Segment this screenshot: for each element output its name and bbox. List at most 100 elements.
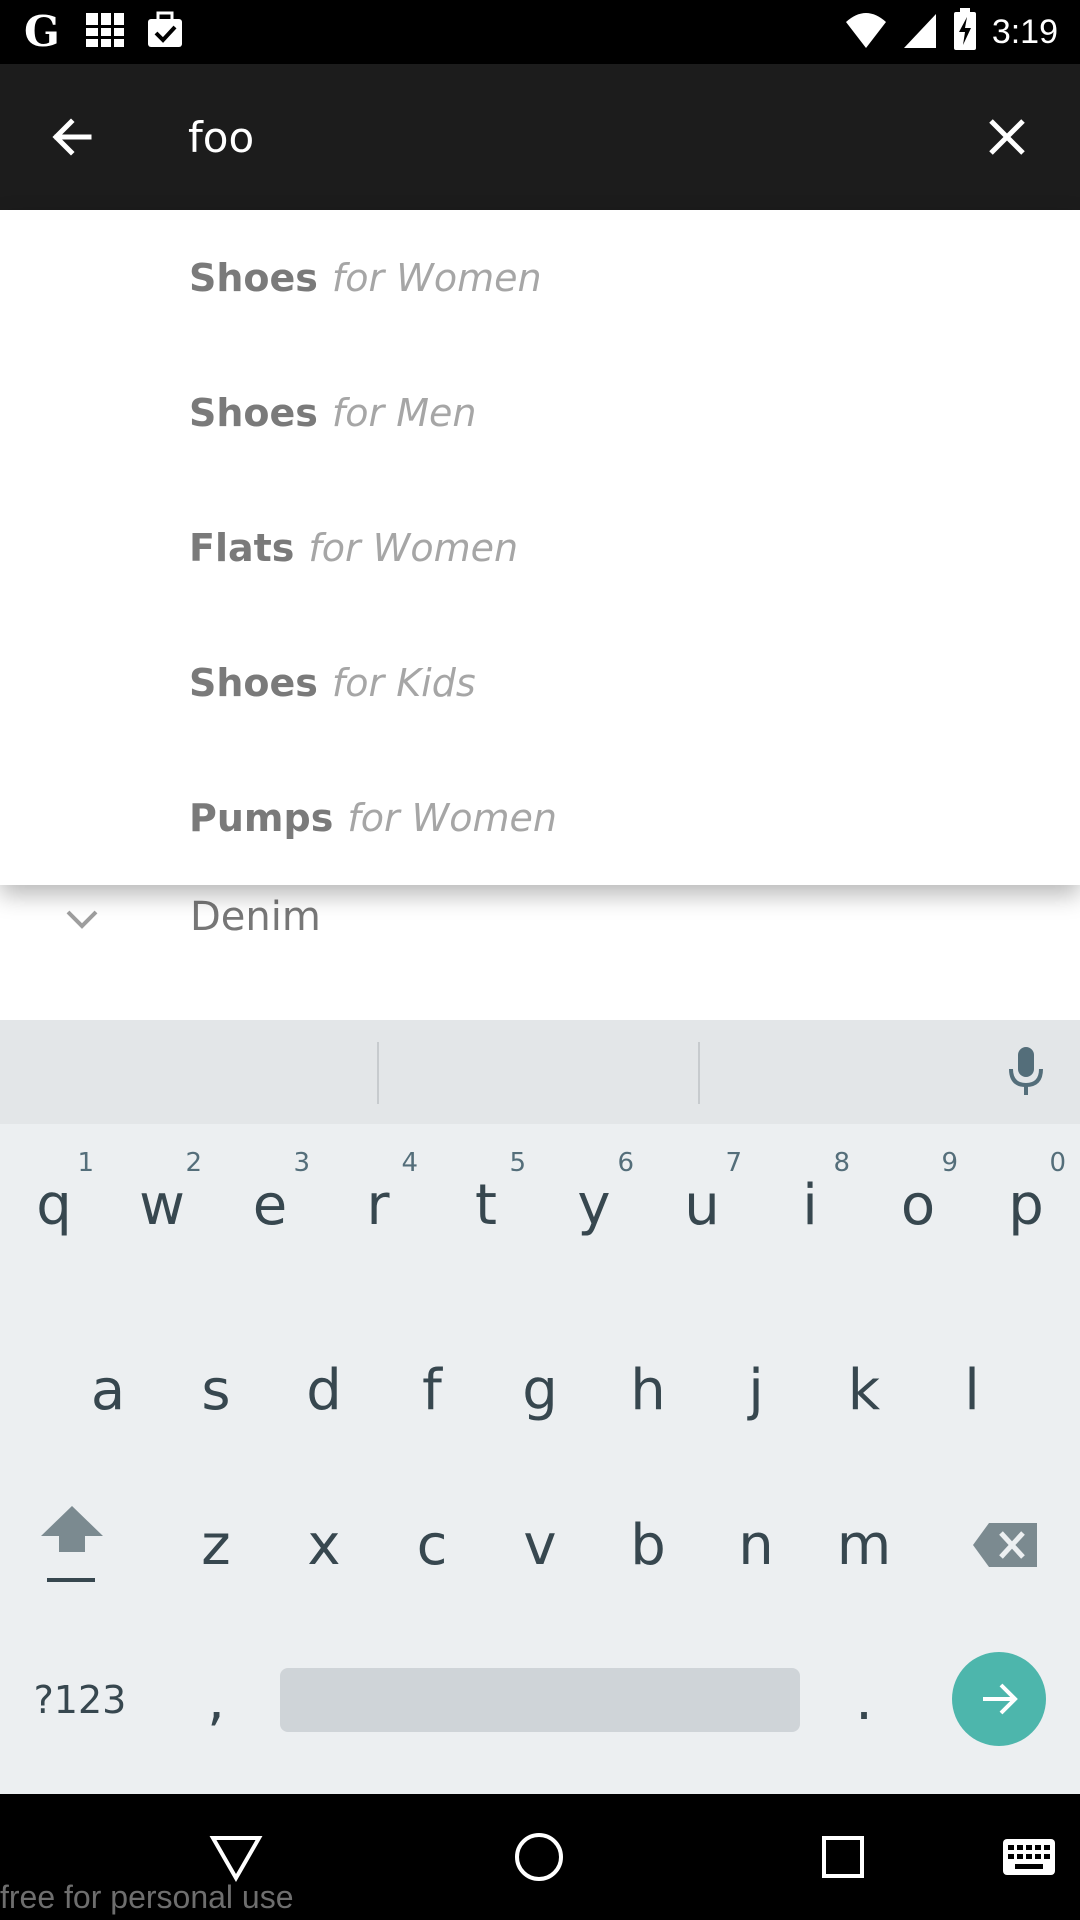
backspace-icon xyxy=(973,1523,1037,1567)
clear-search-button[interactable] xyxy=(974,104,1040,170)
status-bar: G 3:19 xyxy=(0,0,1080,64)
google-icon: G xyxy=(22,7,66,57)
key-h[interactable]: h xyxy=(594,1315,702,1465)
key-char: z xyxy=(201,1512,231,1578)
key-char: v xyxy=(523,1512,557,1578)
backspace-key[interactable] xyxy=(950,1485,1060,1605)
key-char: k xyxy=(847,1357,881,1423)
key-char: a xyxy=(90,1357,126,1423)
keyboard-suggestion-strip xyxy=(0,1020,1080,1124)
status-right-icons: 3:19 xyxy=(844,7,1058,57)
key-k[interactable]: k xyxy=(810,1315,918,1465)
search-input[interactable] xyxy=(188,104,948,170)
period-key[interactable]: . xyxy=(810,1625,918,1775)
key-char: b xyxy=(630,1512,666,1578)
enter-key[interactable] xyxy=(952,1652,1046,1746)
key-d[interactable]: d xyxy=(270,1315,378,1465)
arrow-left-icon xyxy=(52,118,92,156)
key-hint: 1 xyxy=(77,1148,94,1178)
key-u[interactable]: u7 xyxy=(648,1130,756,1280)
suggestion-item[interactable]: Flats for Women xyxy=(0,480,1080,615)
suggestion-term: Flats xyxy=(189,525,295,570)
home-circle-icon xyxy=(515,1833,563,1881)
key-char: j xyxy=(748,1357,764,1423)
key-v[interactable]: v xyxy=(486,1470,594,1620)
key-i[interactable]: i8 xyxy=(756,1130,864,1280)
nav-keyboard-button[interactable] xyxy=(996,1824,1062,1890)
grid-app-icon xyxy=(84,9,126,56)
suggestion-scope: for Women xyxy=(347,795,557,840)
suggestion-item[interactable]: Shoes for Men xyxy=(0,345,1080,480)
key-j[interactable]: j xyxy=(702,1315,810,1465)
key-char: n xyxy=(738,1512,774,1578)
back-button[interactable] xyxy=(40,104,106,170)
key-char: u xyxy=(684,1172,720,1238)
key-l[interactable]: l xyxy=(918,1315,1026,1465)
key-char: e xyxy=(252,1172,288,1238)
key-a[interactable]: a xyxy=(54,1315,162,1465)
suggestion-term: Shoes xyxy=(189,660,318,705)
key-char: h xyxy=(630,1357,666,1423)
battery-charging-icon xyxy=(952,7,978,57)
strip-divider xyxy=(377,1042,379,1104)
key-char: t xyxy=(475,1172,497,1238)
wifi-icon xyxy=(844,10,888,55)
suggestion-term: Shoes xyxy=(189,255,318,300)
key-b[interactable]: b xyxy=(594,1470,702,1620)
key-hint: 5 xyxy=(509,1148,526,1178)
key-m[interactable]: m xyxy=(810,1470,918,1620)
key-hint: 6 xyxy=(617,1148,634,1178)
key-z[interactable]: z xyxy=(162,1470,270,1620)
suggestion-scope: for Men xyxy=(331,390,477,435)
key-hint: 8 xyxy=(833,1148,850,1178)
key-hint: 0 xyxy=(1049,1148,1066,1178)
nav-recents-button[interactable] xyxy=(810,1824,876,1890)
suggestion-scope: for Women xyxy=(331,255,542,300)
suggestion-item[interactable]: Pumps for Women xyxy=(0,750,1080,885)
space-key[interactable] xyxy=(280,1668,800,1732)
key-y[interactable]: y6 xyxy=(540,1130,648,1280)
symbols-key[interactable]: ?123 xyxy=(22,1625,138,1775)
voice-input-button[interactable] xyxy=(994,1040,1058,1104)
key-char: , xyxy=(207,1667,225,1733)
key-t[interactable]: t5 xyxy=(432,1130,540,1280)
nav-home-button[interactable] xyxy=(506,1824,572,1890)
key-c[interactable]: c xyxy=(378,1470,486,1620)
category-row-denim[interactable]: Denim xyxy=(0,870,1080,970)
key-o[interactable]: o9 xyxy=(864,1130,972,1280)
key-char: m xyxy=(836,1512,892,1578)
key-g[interactable]: g xyxy=(486,1315,594,1465)
key-char: d xyxy=(306,1357,342,1423)
key-x[interactable]: x xyxy=(270,1470,378,1620)
arrow-right-icon xyxy=(983,1683,1018,1715)
key-hint: 4 xyxy=(401,1148,418,1178)
status-time: 3:19 xyxy=(991,12,1058,51)
recents-square-icon xyxy=(822,1836,864,1878)
suggestion-item[interactable]: Shoes for Kids xyxy=(0,615,1080,750)
key-char: ?123 xyxy=(33,1678,127,1722)
comma-key[interactable]: , xyxy=(162,1625,270,1775)
shift-key[interactable] xyxy=(22,1485,122,1605)
key-e[interactable]: e3 xyxy=(216,1130,324,1280)
key-w[interactable]: w2 xyxy=(108,1130,216,1280)
chevron-down-icon xyxy=(66,910,98,929)
suggestion-scope: for Women xyxy=(308,525,519,570)
key-char: w xyxy=(139,1172,185,1238)
key-q[interactable]: q1 xyxy=(0,1130,108,1280)
key-p[interactable]: p0 xyxy=(972,1130,1080,1280)
key-char: g xyxy=(522,1357,558,1423)
suggestion-term: Pumps xyxy=(189,795,334,840)
status-left-icons: G xyxy=(22,7,186,57)
key-char: x xyxy=(307,1512,341,1578)
key-char: f xyxy=(422,1357,442,1423)
briefcase-check-icon xyxy=(144,9,186,56)
key-s[interactable]: s xyxy=(162,1315,270,1465)
key-char: l xyxy=(964,1357,980,1423)
key-hint: 2 xyxy=(185,1148,202,1178)
key-f[interactable]: f xyxy=(378,1315,486,1465)
shift-icon xyxy=(41,1506,103,1582)
key-r[interactable]: r4 xyxy=(324,1130,432,1280)
suggestion-item[interactable]: Shoes for Women xyxy=(0,210,1080,345)
key-hint: 7 xyxy=(725,1148,742,1178)
key-n[interactable]: n xyxy=(702,1470,810,1620)
